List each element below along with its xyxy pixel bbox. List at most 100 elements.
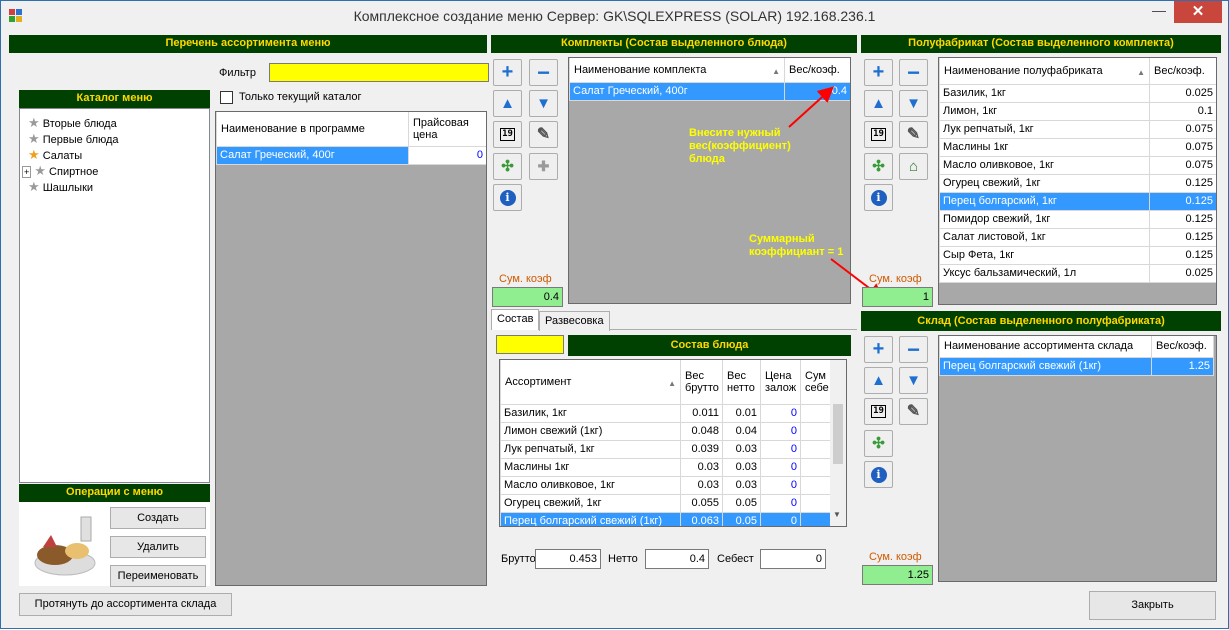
only-current-label: Только текущий каталог bbox=[239, 91, 362, 103]
col-price[interactable]: Цена залож bbox=[760, 360, 801, 405]
info-kit-button[interactable]: i bbox=[493, 184, 522, 211]
warehouse-icon: ⌂ bbox=[908, 158, 919, 175]
table-row[interactable]: Уксус бальзамический, 1л 0.025 bbox=[939, 263, 1216, 283]
add-semi-button[interactable]: + bbox=[864, 59, 893, 86]
info-semi-button[interactable]: i bbox=[864, 184, 893, 211]
remove-semi-button[interactable]: − bbox=[899, 59, 928, 86]
table-row[interactable]: Перец болгарский свежий (1кг) 1.25 bbox=[939, 356, 1214, 376]
food-image bbox=[25, 511, 105, 583]
table-row[interactable]: Перец болгарский, 1кг 0.125 bbox=[939, 191, 1216, 211]
col-stock-weight[interactable]: Вес/коэф. bbox=[1151, 336, 1214, 358]
table-row[interactable]: Лимон свежий (1кг) 0.048 0.04 0 bbox=[500, 421, 831, 441]
tree-node-spirits[interactable]: + ★ Спиртное bbox=[22, 163, 98, 179]
table-row[interactable]: Сыр Фета, 1кг 0.125 bbox=[939, 245, 1216, 265]
stock-grid: Наименование ассортимента склада Вес/коэф… bbox=[938, 335, 1217, 582]
table-row[interactable]: Базилик, 1кг 0.025 bbox=[939, 83, 1216, 103]
puzzle-kit-button[interactable]: ✚ bbox=[529, 153, 558, 180]
col-name[interactable]: Наименование в программе bbox=[216, 112, 409, 147]
star-icon: ★ bbox=[28, 131, 40, 146]
col-brutto[interactable]: Вес брутто bbox=[680, 360, 723, 405]
comp-header: Состав блюда bbox=[568, 335, 851, 356]
only-current-checkbox[interactable] bbox=[220, 91, 233, 104]
pull-to-stock-button[interactable]: Протянуть до ассортимента склада bbox=[19, 593, 232, 616]
collapse-kit-button[interactable]: ✣ bbox=[493, 153, 522, 180]
rename-button[interactable]: Переименовать bbox=[110, 565, 206, 587]
scroll-down-icon[interactable]: ▼ bbox=[833, 510, 841, 519]
tab-weighing[interactable]: Развесовка bbox=[539, 311, 610, 331]
table-row[interactable]: Салат Греческий, 400г 0 bbox=[216, 145, 486, 165]
move-down-stock-button[interactable]: ▼ bbox=[899, 367, 928, 394]
add-kit-button[interactable]: + bbox=[493, 59, 522, 86]
tab-composition[interactable]: Состав bbox=[491, 309, 540, 330]
collapse-stock-button[interactable]: ✣ bbox=[864, 430, 893, 457]
col-semi-name[interactable]: Наименование полуфабриката ▲ bbox=[939, 58, 1150, 85]
edit-kit-button[interactable]: ✎ bbox=[529, 121, 558, 148]
table-row[interactable]: Лук репчатый, 1кг 0.039 0.03 0 bbox=[500, 439, 831, 459]
expand-icon[interactable]: + bbox=[22, 166, 32, 178]
sort-stock-button[interactable]: 19 bbox=[864, 398, 893, 425]
table-row[interactable]: Маслины 1кг 0.075 bbox=[939, 137, 1216, 157]
col-cost[interactable]: Сум себе bbox=[800, 360, 831, 405]
sort-19-icon: 19 bbox=[871, 405, 886, 418]
assortment-header: Перечень ассортимента меню bbox=[9, 35, 487, 53]
table-row[interactable]: Лук репчатый, 1кг 0.075 bbox=[939, 119, 1216, 139]
table-row[interactable]: Помидор свежий, 1кг 0.125 bbox=[939, 209, 1216, 229]
kits-grid: Наименование комплекта ▲ Вес/коэф. Салат Г… bbox=[568, 57, 851, 304]
close-button[interactable]: Закрыть bbox=[1089, 591, 1216, 620]
tree-node-first[interactable]: ★ Первые блюда bbox=[28, 131, 119, 147]
col-semi-weight[interactable]: Вес/коэф. bbox=[1149, 58, 1216, 85]
table-row[interactable]: Маслины 1кг 0.03 0.03 0 bbox=[500, 457, 831, 477]
move-up-stock-button[interactable]: ▲ bbox=[864, 367, 893, 394]
tree-node-salads[interactable]: ★ Салаты bbox=[28, 147, 82, 163]
table-row[interactable]: Огурец свежий, 1кг 0.055 0.05 0 bbox=[500, 493, 831, 513]
col-netto[interactable]: Вес нетто bbox=[722, 360, 761, 405]
minimize-button[interactable]: — bbox=[1144, 1, 1174, 23]
create-button[interactable]: Создать bbox=[110, 507, 206, 529]
sort-kit-button[interactable]: 19 bbox=[493, 121, 522, 148]
delete-button[interactable]: Удалить bbox=[110, 536, 206, 558]
col-assortment[interactable]: Ассортимент ▲ bbox=[500, 360, 681, 405]
stock-header: Склад (Состав выделенного полуфабриката) bbox=[861, 311, 1221, 331]
table-row[interactable]: Салат листовой, 1кг 0.125 bbox=[939, 227, 1216, 247]
pencil-icon: ✎ bbox=[906, 403, 921, 420]
edit-semi-button[interactable]: ✎ bbox=[899, 121, 928, 148]
table-row[interactable]: Салат Греческий, 400г 0.4 bbox=[569, 81, 850, 101]
arrow-down-icon: ▼ bbox=[536, 95, 551, 112]
shrink-icon: ✣ bbox=[501, 158, 514, 175]
col-kit-weight[interactable]: Вес/коэф. bbox=[784, 58, 850, 83]
table-row[interactable]: Масло оливковое, 1кг 0.03 0.03 0 bbox=[500, 475, 831, 495]
catalog-header: Каталог меню bbox=[19, 90, 210, 108]
filter-input[interactable] bbox=[269, 63, 489, 82]
table-row[interactable]: Перец болгарский свежий (1кг) 0.063 0.05 0 bbox=[500, 511, 831, 526]
table-row[interactable]: Лимон, 1кг 0.1 bbox=[939, 101, 1216, 121]
scroll-thumb[interactable] bbox=[833, 404, 843, 464]
sort-semi-button[interactable]: 19 bbox=[864, 121, 893, 148]
add-stock-button[interactable]: + bbox=[864, 336, 893, 363]
sort-19-icon: 19 bbox=[871, 128, 886, 141]
tree-node-second[interactable]: ★ Вторые блюда bbox=[28, 115, 117, 131]
move-up-semi-button[interactable]: ▲ bbox=[864, 90, 893, 117]
annotation-sum: Суммарный коэффициант = 1 bbox=[749, 233, 844, 258]
comp-scrollbar[interactable]: ▼ bbox=[830, 360, 846, 526]
table-row[interactable]: Масло оливковое, 1кг 0.075 bbox=[939, 155, 1216, 175]
assortment-grid: Наименование в программе Прайсовая цена С… bbox=[215, 111, 487, 586]
plus-icon: + bbox=[501, 61, 514, 83]
info-stock-button[interactable]: i bbox=[864, 461, 893, 488]
col-price[interactable]: Прайсовая цена bbox=[408, 112, 486, 147]
table-row[interactable]: Огурец свежий, 1кг 0.125 bbox=[939, 173, 1216, 193]
move-up-kit-button[interactable]: ▲ bbox=[493, 90, 522, 117]
move-down-kit-button[interactable]: ▼ bbox=[529, 90, 558, 117]
table-row[interactable]: Базилик, 1кг 0.011 0.01 0 bbox=[500, 403, 831, 423]
ops-header: Операции с меню bbox=[19, 484, 210, 502]
tree-node-kebabs[interactable]: ★ Шашлыки bbox=[28, 179, 93, 195]
edit-stock-button[interactable]: ✎ bbox=[899, 398, 928, 425]
remove-stock-button[interactable]: − bbox=[899, 336, 928, 363]
collapse-semi-button[interactable]: ✣ bbox=[864, 153, 893, 180]
stock-semi-button[interactable]: ⌂ bbox=[899, 153, 928, 180]
col-kit-name[interactable]: Наименование комплекта ▲ bbox=[569, 58, 785, 83]
cost-label: Себест bbox=[717, 553, 754, 565]
col-stock-name[interactable]: Наименование ассортимента склада bbox=[939, 336, 1152, 358]
close-window-button[interactable]: ✕ bbox=[1174, 1, 1222, 23]
move-down-semi-button[interactable]: ▼ bbox=[899, 90, 928, 117]
remove-kit-button[interactable]: − bbox=[529, 59, 558, 86]
